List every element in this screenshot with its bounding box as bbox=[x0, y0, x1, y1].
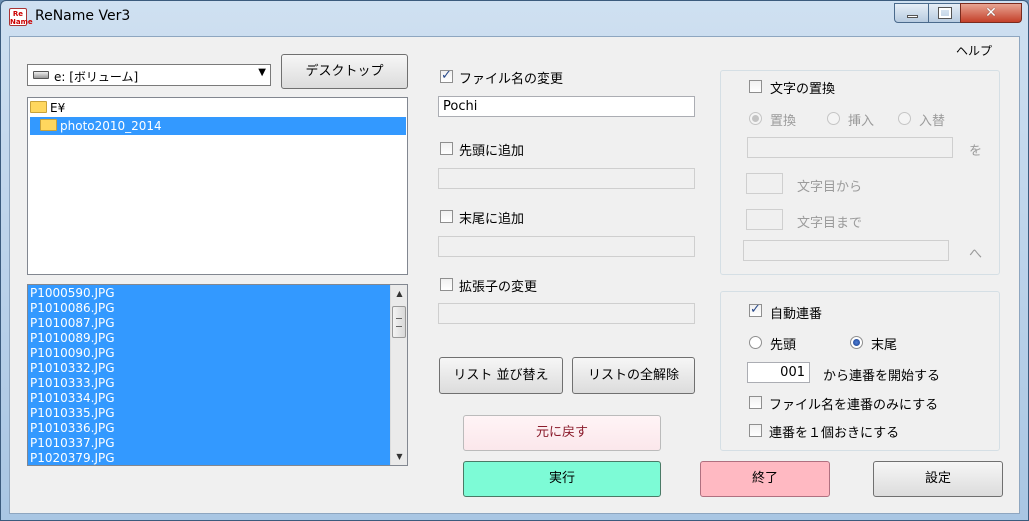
scroll-up-icon[interactable]: ▲ bbox=[391, 285, 407, 302]
folder-open-icon bbox=[30, 101, 47, 113]
list-item[interactable]: P1010333.JPG bbox=[30, 376, 115, 391]
extension-input[interactable] bbox=[438, 303, 695, 324]
list-item[interactable]: P1010090.JPG bbox=[30, 346, 115, 361]
auto-number-label: 自動連番 bbox=[770, 307, 823, 322]
start-number-input[interactable]: 001 bbox=[747, 362, 810, 383]
list-item[interactable]: P1010335.JPG bbox=[30, 406, 115, 421]
add-prefix-checkbox[interactable] bbox=[440, 142, 453, 155]
from-position-input[interactable] bbox=[746, 173, 783, 194]
number-only-checkbox[interactable] bbox=[749, 396, 762, 409]
chevron-down-icon[interactable]: ▼ bbox=[258, 67, 266, 78]
close-button[interactable]: ✕ bbox=[960, 3, 1022, 23]
number-tail-label: 末尾 bbox=[871, 338, 898, 353]
main-panel: ヘルプ e: [ボリューム] ▼ デスクトップ E¥ photo2010_201… bbox=[9, 36, 1020, 514]
list-item[interactable]: P1010086.JPG bbox=[30, 301, 115, 316]
undo-button[interactable]: 元に戻す bbox=[463, 415, 661, 451]
change-extension-checkbox[interactable] bbox=[440, 278, 453, 291]
replace-checkbox[interactable] bbox=[749, 80, 762, 93]
replace-mode-radio[interactable] bbox=[749, 112, 762, 125]
every-other-checkbox[interactable] bbox=[749, 424, 762, 437]
suffix-input[interactable] bbox=[438, 236, 695, 257]
replace-with-input[interactable] bbox=[743, 240, 949, 261]
list-item[interactable]: P1000590.JPG bbox=[30, 286, 115, 301]
prefix-input[interactable] bbox=[438, 168, 695, 189]
exit-button[interactable]: 終了 bbox=[700, 461, 830, 497]
tree-item[interactable]: E¥ bbox=[30, 99, 65, 117]
list-item[interactable]: P1010087.JPG bbox=[30, 316, 115, 331]
close-icon: ✕ bbox=[985, 5, 997, 21]
search-text-input[interactable] bbox=[747, 137, 953, 158]
from-position-label: 文字目から bbox=[797, 180, 863, 195]
number-head-radio[interactable] bbox=[749, 336, 762, 349]
settings-button[interactable]: 設定 bbox=[873, 461, 1003, 497]
tree-item-label: photo2010_2014 bbox=[60, 119, 162, 133]
number-tail-radio[interactable] bbox=[850, 336, 863, 349]
tree-item-label: E¥ bbox=[50, 101, 66, 115]
drive-select[interactable]: e: [ボリューム] ▼ bbox=[27, 64, 271, 86]
add-suffix-label: 末尾に追加 bbox=[459, 212, 525, 227]
scroll-thumb[interactable] bbox=[392, 306, 406, 338]
window-title: ReName Ver3 bbox=[35, 8, 131, 24]
he-label: へ bbox=[969, 247, 983, 262]
number-head-label: 先頭 bbox=[770, 338, 797, 353]
add-prefix-label: 先頭に追加 bbox=[459, 144, 525, 159]
clear-list-button[interactable]: リストの全解除 bbox=[572, 357, 695, 394]
replace-mode-label: 置換 bbox=[770, 114, 797, 129]
scroll-down-icon[interactable]: ▼ bbox=[391, 448, 407, 465]
list-item[interactable]: P1010332.JPG bbox=[30, 361, 115, 376]
app-window: Re Name ReName Ver3 ✕ ヘルプ e: [ボリューム] ▼ デ… bbox=[0, 0, 1029, 521]
swap-mode-radio[interactable] bbox=[898, 112, 911, 125]
list-item[interactable]: P1010089.JPG bbox=[30, 331, 115, 346]
swap-mode-label: 入替 bbox=[919, 114, 946, 129]
insert-mode-label: 挿入 bbox=[848, 114, 875, 129]
auto-number-checkbox[interactable] bbox=[749, 302, 762, 317]
list-item[interactable]: P1010336.JPG bbox=[30, 421, 115, 436]
change-extension-label: 拡張子の変更 bbox=[459, 280, 538, 295]
execute-button[interactable]: 実行 bbox=[463, 461, 661, 497]
desktop-button[interactable]: デスクトップ bbox=[281, 54, 408, 89]
insert-mode-radio[interactable] bbox=[827, 112, 840, 125]
drive-icon bbox=[33, 71, 49, 79]
maximize-button[interactable] bbox=[928, 3, 961, 23]
every-other-label: 連番を１個おきにする bbox=[769, 426, 900, 441]
minimize-icon bbox=[907, 15, 918, 18]
folder-open-icon bbox=[40, 119, 57, 131]
sort-list-button[interactable]: リスト 並び替え bbox=[439, 357, 563, 394]
maximize-icon bbox=[938, 7, 952, 19]
number-only-label: ファイル名を連番のみにする bbox=[769, 398, 939, 413]
title-bar[interactable]: Re Name ReName Ver3 ✕ bbox=[1, 1, 1028, 35]
wo-label: を bbox=[969, 144, 983, 159]
list-item[interactable]: P1010334.JPG bbox=[30, 391, 115, 406]
start-number-label: から連番を開始する bbox=[823, 369, 941, 384]
list-item[interactable]: P1020379.JPG bbox=[30, 451, 115, 465]
help-menu[interactable]: ヘルプ bbox=[956, 42, 992, 59]
change-name-label: ファイル名の変更 bbox=[459, 72, 564, 87]
tree-item-selected[interactable]: photo2010_2014 bbox=[30, 117, 406, 135]
to-position-input[interactable] bbox=[746, 209, 783, 230]
file-list[interactable]: P1000590.JPG P1010086.JPG P1010087.JPG P… bbox=[27, 284, 408, 466]
drive-select-value: e: [ボリューム] bbox=[54, 70, 139, 84]
file-list-scrollbar[interactable]: ▲ ▼ bbox=[390, 285, 407, 465]
app-icon: Re Name bbox=[9, 8, 33, 26]
minimize-button[interactable] bbox=[894, 3, 929, 23]
add-suffix-checkbox[interactable] bbox=[440, 210, 453, 223]
folder-tree[interactable]: E¥ photo2010_2014 bbox=[27, 97, 408, 275]
change-name-checkbox[interactable] bbox=[440, 68, 453, 83]
to-position-label: 文字目まで bbox=[797, 216, 863, 231]
new-name-input[interactable]: Pochi bbox=[438, 96, 695, 117]
replace-label: 文字の置換 bbox=[770, 82, 836, 97]
list-item[interactable]: P1010337.JPG bbox=[30, 436, 115, 451]
